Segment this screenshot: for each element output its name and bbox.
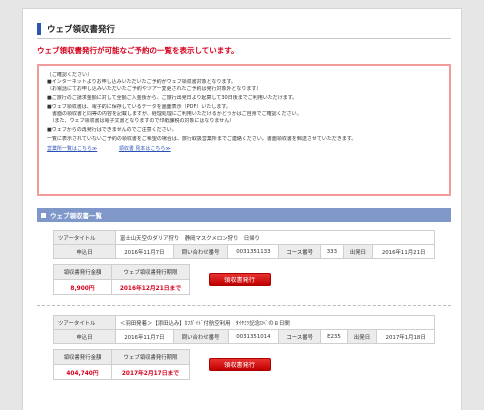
notice-line: ■インターネットよりお申し込みいただいたご予約がウェブ領収書対象となります。 <box>47 78 236 85</box>
course-no-label: コース番号 <box>278 244 322 259</box>
notice-heading: ［ご確認ください］ <box>47 72 93 78</box>
course-no-value: E235 <box>320 329 348 344</box>
amount-value: 404,740円 <box>53 364 112 380</box>
deadline-label: ウェブ領収書発行期限 <box>111 349 190 365</box>
amount-label: 領収書発行金額 <box>53 264 112 280</box>
square-icon <box>41 212 46 218</box>
notice-box: ［ご確認ください］ ■インターネットよりお申し込みいただいたご予約がウェブ領収書… <box>37 64 451 196</box>
inquiry-no-value: 0031351133 <box>227 244 280 259</box>
notice-line: （また、ウェブ領収書は電子文書となりますので印紙課税の対象にはなりません） <box>47 117 235 124</box>
notice-line: 書面の領収書と同等の内容を記載しますが、経理処理にご利用いただけるかどうかはご自… <box>47 110 302 117</box>
apply-date-label: 申込日 <box>53 244 116 259</box>
tour-title-value: 富士山天空のダリア狩り 静岡マスクメロン狩り 日帰り <box>115 230 435 245</box>
apply-date-value: 2016年11月7日 <box>115 244 174 259</box>
lead-message: ウェブ領収書発行が可能なご予約の一覧を表示しています。 <box>37 46 239 55</box>
deadline-value: 2016年12月21日まで <box>111 279 190 295</box>
inquiry-no-label: 問い合わせ番号 <box>172 244 229 259</box>
issue-cell: 領収書発行 <box>190 350 286 380</box>
booking-receipt-table: 領収書発行金額 ウェブ領収書発行期限 領収書発行 404,740円 2017年2… <box>53 349 285 380</box>
booking-divider <box>37 305 451 306</box>
amount-value: 8,900円 <box>53 279 112 295</box>
deadline-value: 2017年2月17日まで <box>111 364 190 380</box>
issue-cell: 領収書発行 <box>190 265 286 295</box>
notice-line: ■ウェブからの再発行はできませんのでご注意ください。 <box>47 127 177 134</box>
deadline-label: ウェブ領収書発行期限 <box>111 264 190 280</box>
depart-date-label: 出発日 <box>342 244 374 259</box>
notice-links: 営業所一覧はこちら≫ 領収書 見本はこちら≫ <box>47 146 441 153</box>
depart-date-value: 2016年11月21日 <box>372 244 435 259</box>
page-title-text: ウェブ領収書発行 <box>47 24 116 35</box>
section-header: ウェブ領収書一覧 <box>37 208 451 222</box>
inquiry-no-value: 0031351014 <box>227 329 280 344</box>
notice-line: ■ご旅行のご請求金額に対して全額ご入金後から、ご旅行出発日より起算して30日後ま… <box>47 94 298 101</box>
tour-title-label: ツアータイトル <box>53 315 116 330</box>
notice-line: （お電話にてお申し込みいただいたご予約やツアー変更されたご予約は発行対象外となり… <box>47 85 262 92</box>
issue-receipt-button[interactable]: 領収書発行 <box>208 273 271 286</box>
receipt-sample-link[interactable]: 領収書 見本はこちら≫ <box>119 146 171 152</box>
depart-date-value: 2017年1月18日 <box>376 329 435 344</box>
booking-info-table: ツアータイトル ＜羽田発着＞【添田込み】ｶﾌｶﾞｲﾄﾞ付航空利用 ﾀｲﾔﾐﾂ記念… <box>53 315 435 344</box>
table-row: ツアータイトル 富士山天空のダリア狩り 静岡マスクメロン狩り 日帰り <box>53 230 435 245</box>
table-row: 申込日 2016年11月7日 問い合わせ番号 0031351133 コース番号 … <box>53 244 435 259</box>
amount-label: 領収書発行金額 <box>53 349 112 365</box>
main-card: ウェブ領収書発行 ウェブ領収書発行が可能なご予約の一覧を表示しています。 ［ご確… <box>22 8 462 410</box>
course-no-value: 333 <box>320 244 344 259</box>
table-row: 領収書発行金額 ウェブ領収書発行期限 領収書発行 <box>53 349 286 371</box>
apply-date-label: 申込日 <box>53 329 116 344</box>
title-accent-bar <box>37 22 41 35</box>
booking-info-table: ツアータイトル 富士山天空のダリア狩り 静岡マスクメロン狩り 日帰り 申込日 2… <box>53 230 435 259</box>
page-title: ウェブ領収書発行 <box>37 19 451 39</box>
apply-date-value: 2016年11月7日 <box>115 329 174 344</box>
inquiry-no-label: 問い合わせ番号 <box>172 329 229 344</box>
notice-line: ■ウェブ領収書は、電子的に保存しているデータを画面表示（PDF）いたします。 <box>47 104 231 111</box>
table-row: ツアータイトル ＜羽田発着＞【添田込み】ｶﾌｶﾞｲﾄﾞ付航空利用 ﾀｲﾔﾐﾂ記念… <box>53 315 435 330</box>
issue-receipt-button[interactable]: 領収書発行 <box>208 358 271 371</box>
notice-line: 一覧に表示されていないご予約の領収書をご希望の場合は、旅行取扱営業所までご連絡く… <box>47 136 357 143</box>
section-title: ウェブ領収書一覧 <box>50 212 102 220</box>
table-row: 領収書発行金額 ウェブ領収書発行期限 領収書発行 <box>53 264 286 286</box>
depart-date-label: 出発日 <box>346 329 378 344</box>
tour-title-value: ＜羽田発着＞【添田込み】ｶﾌｶﾞｲﾄﾞ付航空利用 ﾀｲﾔﾐﾂ記念ﾛﾍﾞの８日間 <box>115 315 435 330</box>
booking-receipt-table: 領収書発行金額 ウェブ領収書発行期限 領収書発行 8,900円 2016年12月… <box>53 264 285 295</box>
table-row: 申込日 2016年11月7日 問い合わせ番号 0031351014 コース番号 … <box>53 329 435 344</box>
tour-title-label: ツアータイトル <box>53 230 116 245</box>
office-list-link[interactable]: 営業所一覧はこちら≫ <box>47 146 97 152</box>
course-no-label: コース番号 <box>278 329 322 344</box>
